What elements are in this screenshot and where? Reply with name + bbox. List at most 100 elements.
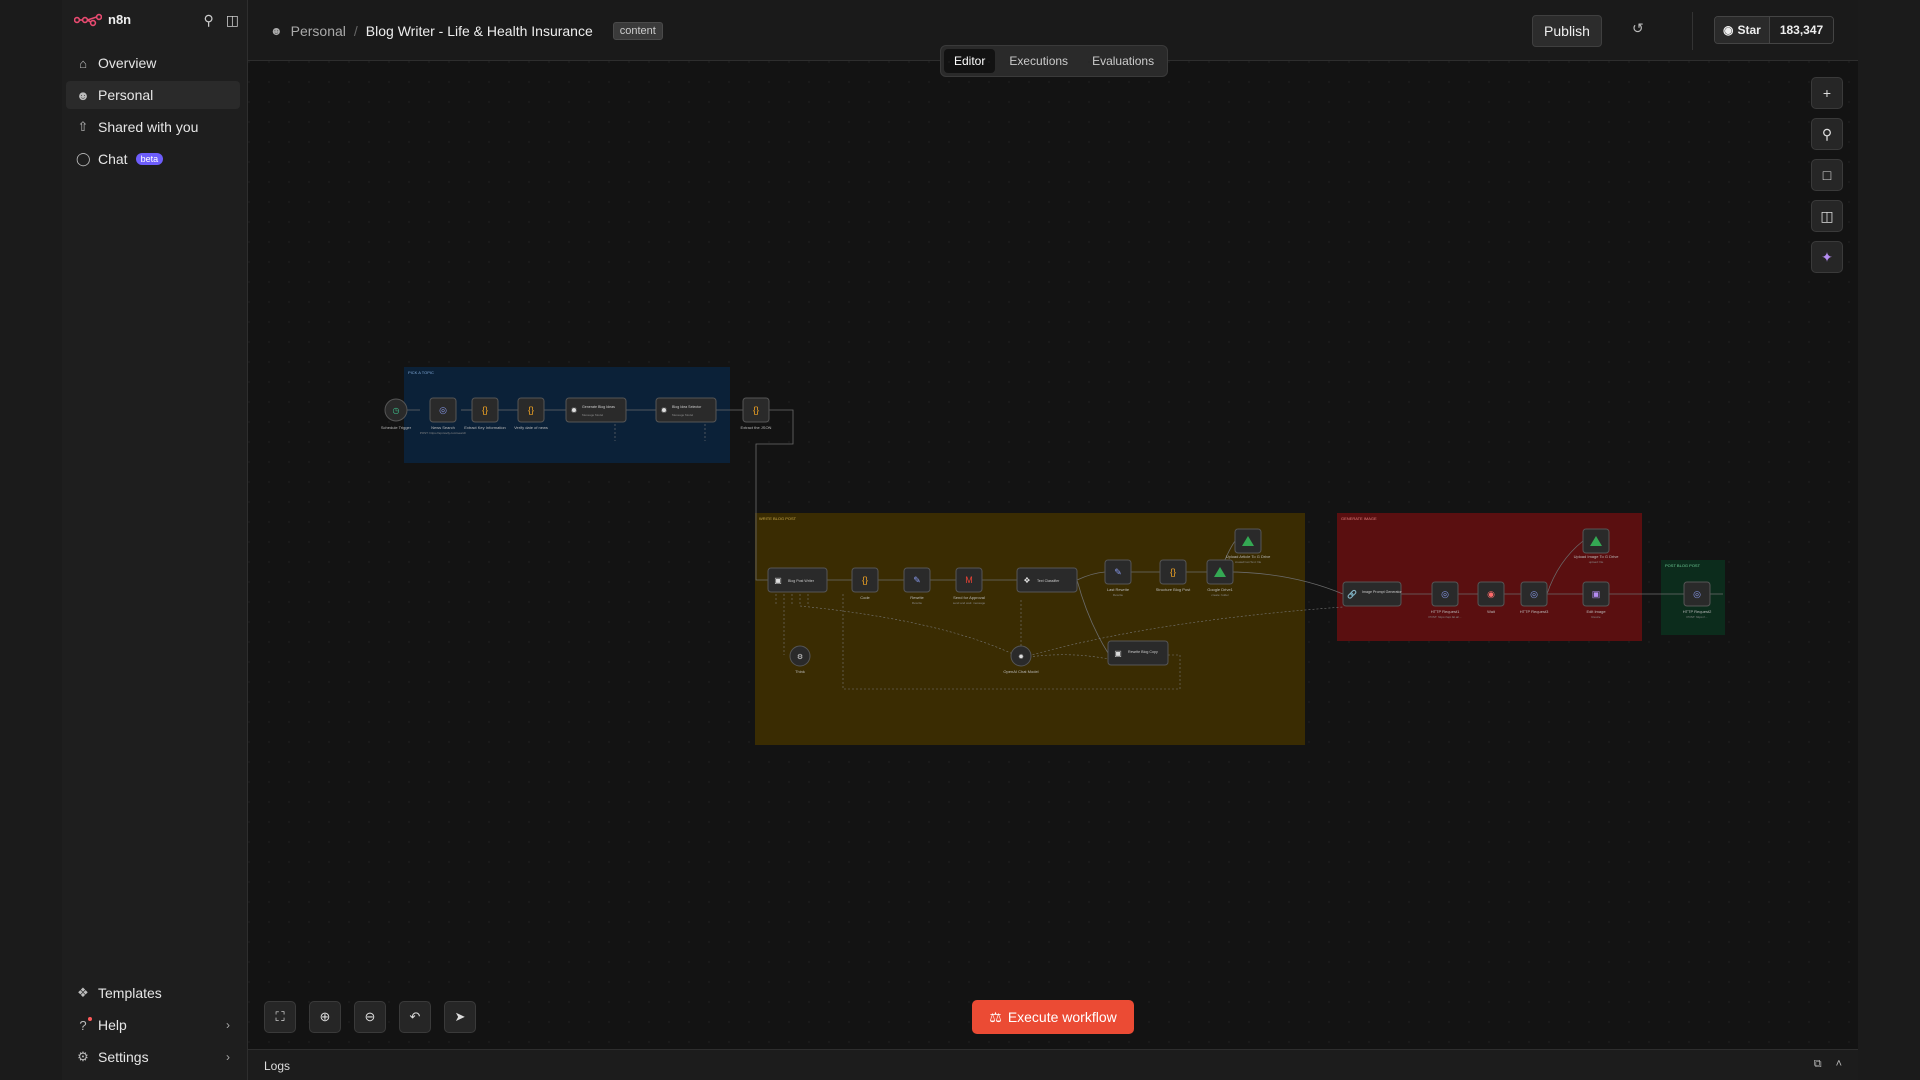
svg-text:Generate Blog Ideas: Generate Blog Ideas xyxy=(582,405,615,409)
node-extract-json[interactable]: {} Extract the JSON xyxy=(741,397,772,430)
node-structure-blog-post[interactable]: {} Structure Blog Post xyxy=(1156,559,1191,592)
svg-text:News Search: News Search xyxy=(431,425,455,430)
tidy-up-button[interactable]: ➤ xyxy=(444,1001,476,1033)
sidebar-item-chat[interactable]: ◯ Chat beta xyxy=(66,145,240,173)
node-last-rewrite[interactable]: ✎ Last Rewrite Rewrite xyxy=(1104,559,1132,597)
toggle-panel-button[interactable]: ◫ xyxy=(1811,200,1843,232)
chat-icon: ◯ xyxy=(76,151,91,166)
add-node-button[interactable]: + xyxy=(1811,77,1843,109)
svg-text:send and wait: message: send and wait: message xyxy=(953,601,986,605)
pencil-icon: ✎ xyxy=(913,575,921,585)
robot-icon: ▣ xyxy=(774,576,782,585)
node-verify-date[interactable]: {} Verify date of news xyxy=(514,397,548,430)
node-http-request1[interactable]: ◎ HTTP Request1 POST: https://api.fal.ai… xyxy=(1428,581,1462,619)
workflow-canvas[interactable]: PICK A TOPIC WRITE BLOG POST GENERATE IM… xyxy=(248,61,1858,1049)
add-sticky-button[interactable]: □ xyxy=(1811,159,1843,191)
image-icon: ▣ xyxy=(1592,589,1601,599)
svg-text:Wait: Wait xyxy=(1487,609,1496,614)
node-blog-post-writer[interactable]: ▣ Blog Post Writer xyxy=(767,567,828,593)
sidebar-item-help[interactable]: ? Help › xyxy=(66,1011,240,1039)
code-icon: {} xyxy=(482,405,488,415)
logs-label: Logs xyxy=(264,1059,291,1073)
sidebar-item-settings[interactable]: ⚙ Settings › xyxy=(66,1043,240,1071)
node-http-request3[interactable]: ◎ HTTP Request3 xyxy=(1520,581,1549,614)
sidebar-item-label: Personal xyxy=(98,87,154,103)
pencil-icon: ✎ xyxy=(1114,567,1122,577)
n8n-logo-icon xyxy=(74,13,102,26)
chevron-up-icon[interactable]: ˄ xyxy=(1836,1058,1842,1071)
cursor-icon: ➤ xyxy=(454,1009,466,1024)
svg-text:POST: https://api.tavily.com/s: POST: https://api.tavily.com/search xyxy=(420,431,467,435)
fit-view-button[interactable]: ⛶ xyxy=(264,1001,296,1033)
search-icon[interactable]: ⚲ xyxy=(204,12,214,29)
globe-icon: ◎ xyxy=(1693,589,1701,599)
gear-icon: ⚙ xyxy=(77,1049,89,1064)
plus-icon: + xyxy=(1822,85,1832,101)
node-http-request2[interactable]: ◎ HTTP Request2 POST: https://... xyxy=(1683,581,1712,619)
group-label: WRITE BLOG POST xyxy=(759,516,797,521)
sidebar-item-label: Settings xyxy=(98,1049,149,1065)
home-icon: ⌂ xyxy=(79,55,87,71)
history-icon[interactable]: ↺ xyxy=(1632,20,1644,37)
zoom-out-button[interactable]: ⊖ xyxy=(354,1001,386,1033)
workflow-tag[interactable]: content xyxy=(612,22,663,40)
svg-text:Message Model: Message Model xyxy=(582,413,604,417)
sidebar-item-label: Overview xyxy=(98,55,157,71)
sidebar-item-shared[interactable]: ⇧ Shared with you xyxy=(66,113,240,141)
svg-text:createFromText: file: createFromText: file xyxy=(1235,560,1262,564)
svg-text:Rewrite: Rewrite xyxy=(912,601,923,605)
openai-icon: ✹ xyxy=(571,406,578,415)
left-gutter xyxy=(0,0,62,1080)
svg-text:Resize: Resize xyxy=(1591,615,1601,619)
canvas-bottom-toolbar: ⛶ ⊕ ⊖ ↶ ➤ xyxy=(264,1001,476,1033)
svg-text:upload: file: upload: file xyxy=(1589,560,1604,564)
app-logo[interactable]: n8n xyxy=(74,12,131,27)
sidebar-item-label: Help xyxy=(98,1017,127,1033)
undo-icon: ↶ xyxy=(409,1009,421,1024)
panel-icon: ◫ xyxy=(1820,207,1834,224)
ai-assistant-button[interactable]: ✦ xyxy=(1811,241,1843,273)
undo-button[interactable]: ↶ xyxy=(399,1001,431,1033)
execute-workflow-button[interactable]: ⚖ Execute workflow xyxy=(972,1000,1134,1034)
group-label: POST BLOG POST xyxy=(1665,563,1701,568)
popout-icon[interactable]: ⧉ xyxy=(1814,1058,1822,1071)
clock-icon: ◷ xyxy=(393,406,400,415)
node-blog-idea-selector[interactable]: ✹ Blog Idea Selector Message Model xyxy=(655,397,717,423)
globe-icon: ◎ xyxy=(1441,589,1449,599)
node-edit-image[interactable]: ▣ Edit Image Resize xyxy=(1582,581,1610,619)
breadcrumb-project[interactable]: Personal xyxy=(291,23,346,39)
node-text-classifier[interactable]: ❖ Text Classifier xyxy=(1016,567,1078,593)
svg-text:Rewrite: Rewrite xyxy=(910,595,924,600)
gmail-icon: M xyxy=(965,575,973,585)
svg-text:Upload Image To G Drive: Upload Image To G Drive xyxy=(1574,554,1620,559)
chevron-right-icon: › xyxy=(226,1050,230,1064)
sidebar-item-label: Templates xyxy=(98,985,162,1001)
svg-text:Verify date of news: Verify date of news xyxy=(514,425,548,430)
github-star-button[interactable]: ◉ Star 183,347 xyxy=(1714,16,1835,44)
workflow-title[interactable]: Blog Writer - Life & Health Insurance xyxy=(366,23,593,39)
divider xyxy=(1692,12,1693,50)
group-write-blog-post[interactable]: WRITE BLOG POST xyxy=(755,513,1305,745)
node-send-for-approval[interactable]: M Send for Approval send and wait: messa… xyxy=(953,567,986,605)
sidebar-item-overview[interactable]: ⌂ Overview xyxy=(66,49,240,77)
search-icon: ⚲ xyxy=(1821,125,1833,142)
search-nodes-button[interactable]: ⚲ xyxy=(1811,118,1843,150)
node-image-prompt-generator[interactable]: 🔗 Image Prompt Generator xyxy=(1342,581,1403,607)
flask-icon: ⚖ xyxy=(989,1008,1002,1025)
sidebar-item-templates[interactable]: ❖ Templates xyxy=(66,979,240,1007)
zoom-in-button[interactable]: ⊕ xyxy=(309,1001,341,1033)
link-icon: 🔗 xyxy=(1347,589,1357,599)
code-icon: {} xyxy=(862,575,868,585)
pause-icon: ◉ xyxy=(1487,589,1495,599)
toggle-sidebar-icon[interactable]: ◫ xyxy=(226,12,239,29)
node-generate-blog-ideas[interactable]: ✹ Generate Blog Ideas Message Model xyxy=(565,397,627,423)
code-icon: {} xyxy=(528,405,534,415)
templates-icon: ❖ xyxy=(77,985,89,1000)
logs-panel[interactable]: Logs ⧉ ˄ xyxy=(248,1049,1858,1080)
sticky-note-icon: □ xyxy=(1822,167,1832,183)
node-rewrite-blog-copy[interactable]: ▣ Rewrite Blog Copy xyxy=(1107,640,1169,666)
svg-text:Upload Article To G Drive: Upload Article To G Drive xyxy=(1226,554,1271,559)
publish-button[interactable]: Publish xyxy=(1532,15,1602,47)
node-google-drive1[interactable]: Google Drive1 create: folder xyxy=(1206,559,1234,597)
sidebar-item-personal[interactable]: ☻ Personal xyxy=(66,81,240,109)
